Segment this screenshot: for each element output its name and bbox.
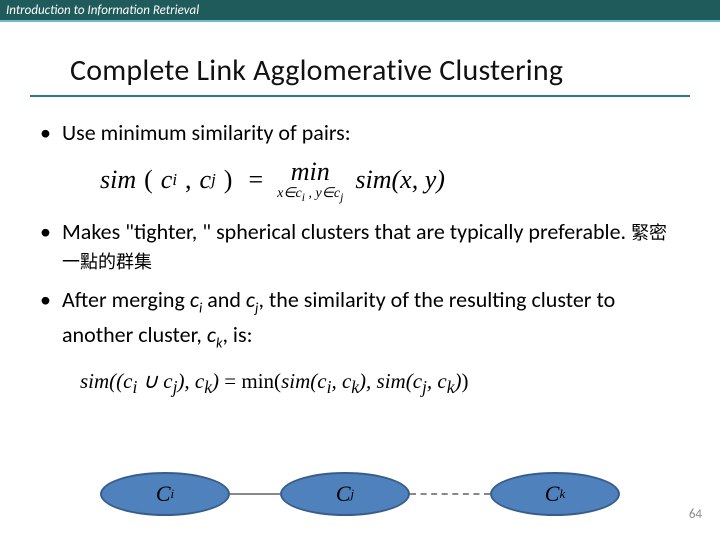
bullet-2: • Makes "tighter, " spherical clusters t… (40, 218, 680, 276)
bullet-3-text: After merging ci and cj, the similarity … (62, 286, 680, 357)
b3d: , is: (222, 321, 252, 348)
cj: c (200, 165, 212, 195)
bullet-2a: Makes "tighter, " spherical clusters tha… (62, 218, 631, 245)
bullet-2-text: Makes "tighter, " spherical clusters tha… (62, 218, 680, 276)
course-name: Introduction to Information Retrieval (6, 3, 199, 18)
ci-label: C (156, 481, 171, 507)
bullet-dot: • (40, 286, 62, 314)
slide-content: • Use minimum similarity of pairs: sim(c… (0, 97, 720, 398)
cluster-ck: Ck (490, 472, 620, 516)
min-sub: x∈ci , y∈cj (277, 185, 343, 204)
formula-2-text: sim((ci ∪ cj), ck) = min(sim(ci, ck), si… (80, 369, 469, 393)
cluster-cj: Cj (280, 472, 410, 516)
ck-label: C (545, 481, 560, 507)
min-operator: min x∈ci , y∈cj (271, 157, 349, 204)
ci: c (161, 165, 173, 195)
bullet-3: • After merging ci and cj, the similarit… (40, 286, 680, 357)
formula-2: sim((ci ∪ cj), ck) = min(sim(ci, ck), si… (80, 367, 680, 398)
b3a: After merging (62, 286, 190, 313)
ci-sub: i (171, 486, 175, 502)
edge-solid (230, 493, 280, 495)
cluster-ci: Ci (100, 472, 230, 516)
title-container: Complete Link Agglomerative Clustering (30, 52, 690, 97)
sim-fn: sim (100, 165, 136, 195)
edge-dashed (410, 493, 490, 495)
formula-1: sim(ci,cj) = min x∈ci , y∈cj sim(x, y) (100, 157, 680, 204)
cj-label: C (336, 481, 351, 507)
page-number: 64 (689, 507, 702, 522)
bullet-dot: • (40, 218, 62, 246)
bullet-dot: • (40, 119, 62, 147)
sim-xy: sim(x, y) (349, 165, 445, 195)
page-title: Complete Link Agglomerative Clustering (70, 52, 650, 89)
bullet-1-text: Use minimum similarity of pairs: (62, 119, 680, 147)
equals: = (240, 165, 271, 195)
cj-sub: j (351, 486, 355, 502)
cluster-diagram: Ci Cj Ck (0, 472, 720, 516)
min-label: min (291, 157, 330, 187)
comma: , (177, 165, 200, 195)
ck-sub: k (559, 486, 565, 502)
bullet-1: • Use minimum similarity of pairs: (40, 119, 680, 147)
b3b: and (202, 286, 246, 313)
header-bar: Introduction to Information Retrieval (0, 0, 720, 22)
